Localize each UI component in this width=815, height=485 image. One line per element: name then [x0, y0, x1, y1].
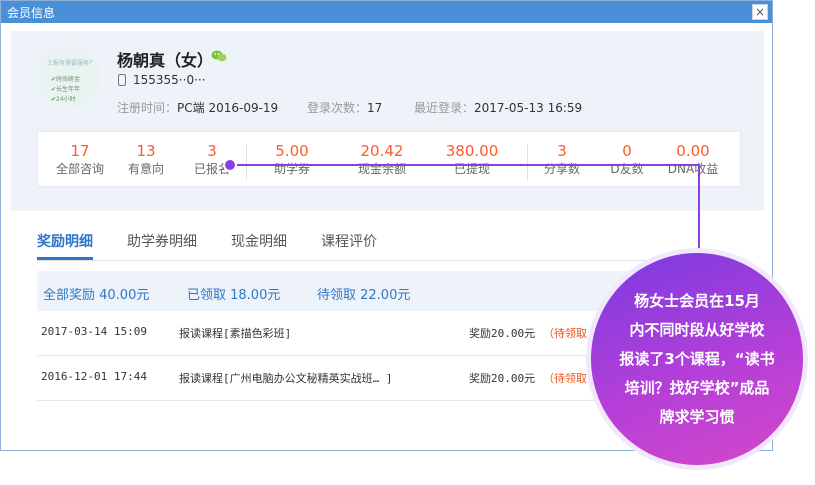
stat-dna-income[interactable]: 0.00 DNA收益: [653, 142, 733, 178]
stat-label: DNA收益: [667, 162, 719, 176]
callout-text: 杨女士会员在15月 内不同时段从好学校 报读了3个课程，“读书 培训？找好学校”…: [603, 287, 791, 432]
register-label: 注册时间：: [117, 101, 178, 115]
last-login-value: 2017-05-13 16:59: [474, 101, 583, 115]
callout-line: 杨女士会员在15月: [634, 292, 760, 310]
row-time: 2017-03-14 15:09: [41, 325, 147, 338]
avatar-text-2: ✔时尚研金: [51, 76, 81, 83]
summary-pending: 待领取 22.00元: [317, 288, 411, 303]
last-login: 最近登录：2017-05-13 16:59: [414, 99, 582, 116]
stat-value: 0.00: [676, 142, 710, 160]
tabs-divider: [37, 260, 649, 261]
title-bar: 会员信息 ×: [1, 1, 772, 23]
divider: [246, 144, 247, 180]
row-status[interactable]: （待领取: [543, 325, 587, 341]
stat-label: 已报名: [193, 162, 230, 176]
stat-value: 380.00: [445, 142, 499, 160]
table-row: 2017-03-14 15:09 报读课程[素描色彩班] 奖励20.00元 （待…: [37, 311, 649, 356]
login-count-label: 登录次数：: [307, 101, 368, 115]
avatar-text-3: ✔长生年年: [51, 86, 81, 93]
row-status[interactable]: （待领取: [543, 370, 587, 386]
tab-voucher-details[interactable]: 助学券明细: [127, 231, 197, 251]
annotation-connector: [230, 164, 700, 166]
tab-cash-details[interactable]: 现金明细: [231, 231, 287, 251]
annotation-dot: [223, 158, 237, 172]
stat-label: 助学券: [273, 162, 310, 176]
login-count: 登录次数：17: [307, 99, 382, 116]
table-row: 2016-12-01 17:44 报读课程[广州电脑办公文秘精英实战班… ] 奖…: [37, 356, 649, 401]
row-description: 报读课程[素描色彩班]: [179, 327, 292, 340]
profile-panel: 上报有需要服务？ ✔时尚研金 ✔长生年年 ✔24小时 杨朝真（女） 155355…: [11, 31, 764, 211]
member-phone: 155355··0···: [133, 73, 206, 87]
member-name: 杨朝真（女）: [117, 51, 214, 70]
phone-icon: [118, 74, 126, 86]
stat-label: 现金余额: [357, 162, 406, 176]
row-amount: 奖励20.00元: [469, 372, 536, 385]
annotation-connector-vertical: [698, 165, 700, 255]
stats-bar: 17 全部咨询 13 有意向 3 已报名 5.00 助学券 20.42 现金余额…: [37, 131, 741, 187]
summary-received: 已领取 18.00元: [187, 288, 281, 303]
last-login-label: 最近登录：: [414, 101, 475, 115]
close-button[interactable]: ×: [752, 4, 768, 20]
stat-value: 3: [207, 142, 217, 160]
window-title: 会员信息: [7, 6, 56, 20]
login-count-value: 17: [367, 101, 383, 115]
stat-withdrawn[interactable]: 380.00 已提现: [432, 142, 512, 178]
avatar-text-1: 上报有需要服务？: [47, 60, 96, 67]
callout-line: 培训？找好学校”成品: [624, 379, 770, 397]
avatar: 上报有需要服务？ ✔时尚研金 ✔长生年年 ✔24小时: [37, 45, 101, 109]
annotation-callout: 杨女士会员在15月 内不同时段从好学校 报读了3个课程，“读书 培训？找好学校”…: [586, 248, 808, 470]
tab-reward-details[interactable]: 奖励明细: [37, 231, 93, 251]
avatar-text-4: ✔24小时: [51, 96, 76, 103]
reward-summary: 全部奖励 40.00元 已领取 18.00元 待领取 22.00元: [37, 271, 649, 311]
stat-value: 5.00: [275, 142, 309, 160]
row-description: 报读课程[广州电脑办公文秘精英实战班… ]: [179, 372, 393, 385]
wechat-icon: [211, 50, 227, 62]
register-value: PC端 2016-09-19: [177, 101, 279, 115]
summary-total: 全部奖励 40.00元: [43, 288, 150, 303]
row-time: 2016-12-01 17:44: [41, 370, 147, 383]
callout-line: 报读了3个课程，“读书: [619, 350, 775, 368]
stat-cash-balance[interactable]: 20.42 现金余额: [342, 142, 422, 178]
tab-course-reviews[interactable]: 课程评价: [321, 231, 377, 251]
stat-voucher[interactable]: 5.00 助学券: [252, 142, 332, 178]
stat-value: 20.42: [360, 142, 404, 160]
stat-enrolled[interactable]: 3 已报名: [172, 142, 252, 178]
callout-line: 牌求学习惯: [659, 408, 735, 426]
register-time: 注册时间：PC端 2016-09-19: [117, 99, 278, 116]
callout-line: 内不同时段从好学校: [629, 321, 765, 339]
row-amount: 奖励20.00元: [469, 327, 536, 340]
stat-label: 已提现: [453, 162, 490, 176]
